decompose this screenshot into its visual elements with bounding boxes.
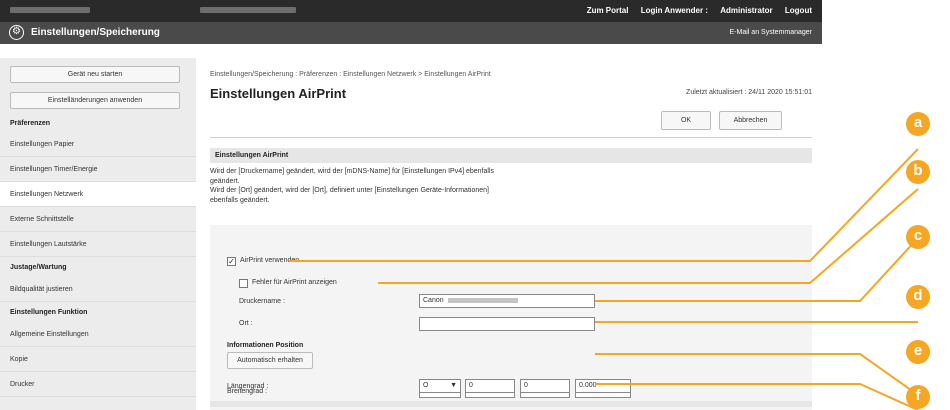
callout-c: c — [906, 225, 930, 249]
callout-d: d — [906, 285, 930, 309]
leader-line-a — [289, 148, 919, 262]
leader-line-f — [595, 383, 919, 410]
callout-a: a — [906, 112, 930, 136]
callout-e: e — [906, 340, 930, 364]
callout-b: b — [906, 160, 930, 184]
callout-leaders — [289, 148, 919, 410]
leader-line-c — [595, 237, 919, 302]
leader-line-b — [378, 188, 919, 284]
callout-f: f — [906, 385, 930, 409]
